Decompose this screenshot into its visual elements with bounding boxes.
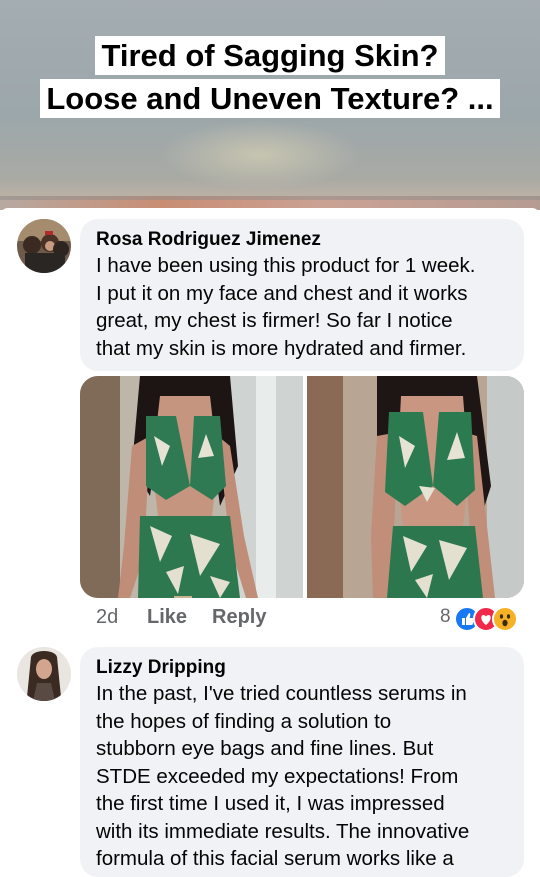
comment-text: In the past, I've tried countless serums… [96, 682, 470, 870]
reaction-count: 8 [440, 606, 451, 627]
comment-bubble: Rosa Rodriguez Jimenez I have been using… [80, 219, 524, 371]
comment-text: I have been using this product for 1 wee… [96, 254, 476, 360]
comment-time[interactable]: 2d [96, 606, 118, 629]
comment-author[interactable]: Rosa Rodriguez Jimenez [96, 228, 508, 252]
avatar[interactable] [17, 647, 71, 701]
post-headline: Tired of Sagging Skin? Loose and Uneven … [0, 34, 540, 120]
post-image-banner: Tired of Sagging Skin? Loose and Uneven … [0, 0, 540, 210]
wow-icon [492, 606, 518, 632]
after-photo [307, 376, 524, 598]
reply-button[interactable]: Reply [212, 606, 266, 629]
comment-author[interactable]: Lizzy Dripping [96, 656, 508, 680]
before-photo [80, 376, 303, 598]
comment-photo[interactable] [80, 376, 524, 598]
headline-line-2: Loose and Uneven Texture? ... [40, 79, 500, 118]
headline-line-1: Tired of Sagging Skin? [95, 36, 445, 75]
comment-bubble: Lizzy Dripping In the past, I've tried c… [80, 647, 524, 877]
like-button[interactable]: Like [147, 606, 187, 629]
avatar[interactable] [17, 219, 71, 273]
